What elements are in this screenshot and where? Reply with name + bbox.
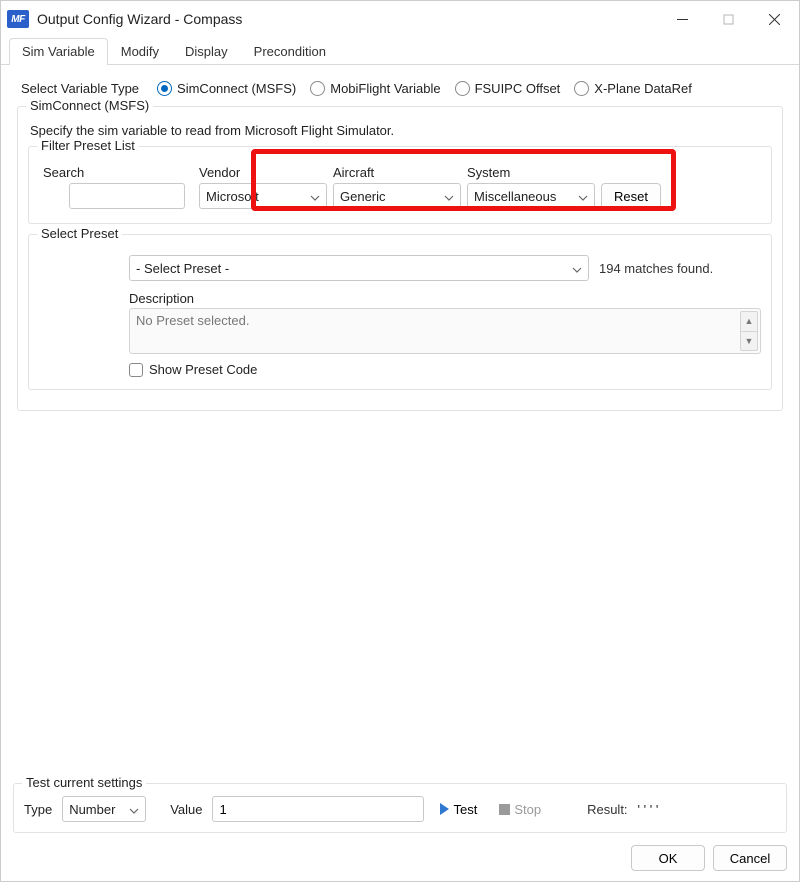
stop-button-label: Stop (514, 802, 541, 817)
select-preset-group: Select Preset - Select Preset - 194 matc… (28, 234, 772, 390)
radio-simconnect[interactable]: SimConnect (MSFS) (157, 81, 296, 96)
radio-xplane[interactable]: X-Plane DataRef (574, 81, 692, 96)
aircraft-select[interactable]: Generic (333, 183, 461, 209)
type-value: Number (69, 802, 115, 817)
vendor-value: Microsoft (206, 189, 259, 204)
tab-precondition[interactable]: Precondition (241, 38, 339, 65)
show-preset-code-label: Show Preset Code (149, 362, 257, 377)
aircraft-label: Aircraft (333, 165, 461, 180)
search-input[interactable] (69, 183, 185, 209)
radio-mobiflight[interactable]: MobiFlight Variable (310, 81, 440, 96)
filter-preset-group: Filter Preset List Search Vendor Microso… (28, 146, 772, 224)
simconnect-legend: SimConnect (MSFS) (26, 98, 153, 113)
system-value: Miscellaneous (474, 189, 556, 204)
window-title: Output Config Wizard - Compass (37, 11, 659, 27)
app-icon: MF (7, 10, 29, 28)
maximize-button[interactable] (705, 3, 751, 35)
search-label: Search (43, 165, 185, 180)
arrow-down-icon[interactable]: ▼ (740, 331, 758, 352)
arrow-up-icon[interactable]: ▲ (740, 311, 758, 331)
chevron-down-icon (310, 191, 320, 201)
test-button[interactable]: Test (434, 796, 483, 822)
radio-icon (574, 81, 589, 96)
result-value: ' ' ' ' (638, 802, 659, 817)
titlebar: MF Output Config Wizard - Compass (1, 1, 799, 37)
system-label: System (467, 165, 595, 180)
radio-fsuipc[interactable]: FSUIPC Offset (455, 81, 561, 96)
simconnect-group: SimConnect (MSFS) Specify the sim variab… (17, 106, 783, 411)
test-button-label: Test (453, 802, 477, 817)
show-preset-code-row[interactable]: Show Preset Code (129, 362, 761, 377)
radio-icon (455, 81, 470, 96)
minimize-button[interactable] (659, 3, 705, 35)
stop-icon (499, 804, 510, 815)
type-select[interactable]: Number (62, 796, 146, 822)
chevron-down-icon (572, 263, 582, 273)
stop-button[interactable]: Stop (493, 796, 547, 822)
test-settings-group: Test current settings Type Number Value … (13, 783, 787, 833)
tab-display[interactable]: Display (172, 38, 241, 65)
filter-row: Search Vendor Microsoft Aircraft Generic (39, 163, 761, 213)
radio-icon (157, 81, 172, 96)
ok-button[interactable]: OK (631, 845, 705, 871)
play-icon (440, 803, 449, 815)
close-button[interactable] (751, 3, 797, 35)
chevron-down-icon (578, 191, 588, 201)
description-value: No Preset selected. (136, 313, 249, 328)
radio-label: X-Plane DataRef (594, 81, 692, 96)
test-legend: Test current settings (22, 775, 146, 790)
preset-select-value: - Select Preset - (136, 261, 229, 276)
simconnect-instruction: Specify the sim variable to read from Mi… (30, 123, 772, 138)
content-area: Select Variable Type SimConnect (MSFS) M… (1, 65, 799, 425)
radio-icon (310, 81, 325, 96)
type-label: Type (24, 802, 52, 817)
tabstrip: Sim Variable Modify Display Precondition (1, 37, 799, 65)
bottom-area: Test current settings Type Number Value … (1, 783, 799, 881)
vendor-select[interactable]: Microsoft (199, 183, 327, 209)
value-label: Value (170, 802, 202, 817)
chevron-down-icon (444, 191, 454, 201)
chevron-down-icon (129, 804, 139, 814)
filter-legend: Filter Preset List (37, 138, 139, 153)
system-select[interactable]: Miscellaneous (467, 183, 595, 209)
description-label: Description (129, 291, 761, 306)
result-label: Result: (587, 802, 627, 817)
description-box[interactable]: No Preset selected. ▲ ▼ (129, 308, 761, 354)
value-input[interactable] (212, 796, 424, 822)
tab-modify[interactable]: Modify (108, 38, 172, 65)
preset-select[interactable]: - Select Preset - (129, 255, 589, 281)
tab-sim-variable[interactable]: Sim Variable (9, 38, 108, 65)
reset-button[interactable]: Reset (601, 183, 661, 209)
radio-label: MobiFlight Variable (330, 81, 440, 96)
vendor-label: Vendor (199, 165, 327, 180)
select-preset-legend: Select Preset (37, 226, 122, 241)
radio-label: FSUIPC Offset (475, 81, 561, 96)
description-scroll[interactable]: ▲ ▼ (740, 311, 758, 351)
cancel-button[interactable]: Cancel (713, 845, 787, 871)
variable-type-label: Select Variable Type (21, 81, 139, 96)
aircraft-value: Generic (340, 189, 386, 204)
matches-text: 194 matches found. (599, 261, 713, 276)
radio-label: SimConnect (MSFS) (177, 81, 296, 96)
checkbox-icon[interactable] (129, 363, 143, 377)
